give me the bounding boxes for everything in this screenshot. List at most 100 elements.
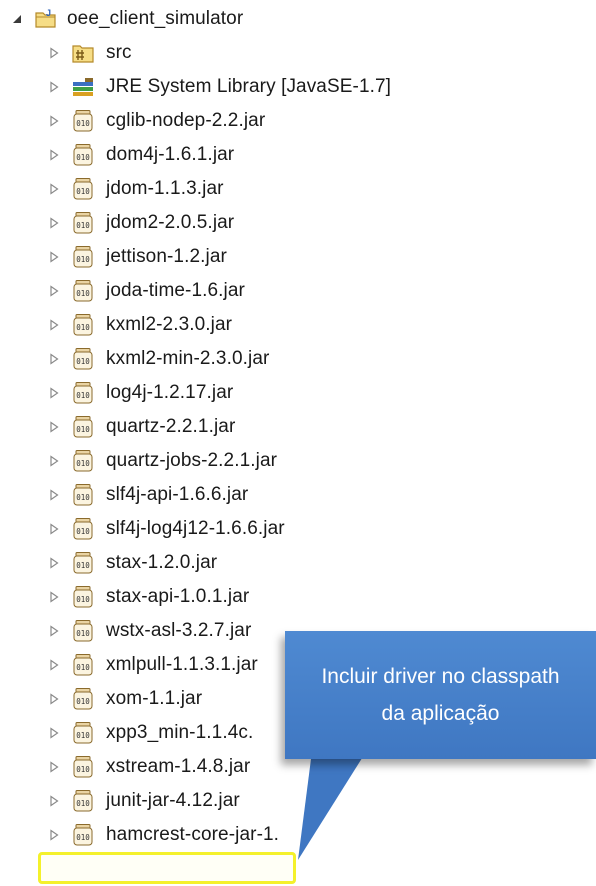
collapsed-triangle-icon[interactable]: [44, 77, 64, 97]
svg-text:010: 010: [76, 357, 90, 366]
tree-item[interactable]: 010 stax-1.2.0.jar: [0, 546, 217, 580]
collapsed-triangle-icon[interactable]: [44, 383, 64, 403]
collapsed-triangle-icon[interactable]: [44, 553, 64, 573]
svg-text:010: 010: [76, 255, 90, 264]
svg-text:010: 010: [76, 459, 90, 468]
collapsed-triangle-icon[interactable]: [44, 247, 64, 267]
collapsed-triangle-icon[interactable]: [44, 179, 64, 199]
tree-item-label: hamcrest-core-jar-1.: [106, 824, 280, 845]
jar-icon: 010: [70, 550, 96, 576]
jar-icon: 010: [70, 278, 96, 304]
svg-text:010: 010: [76, 289, 90, 298]
tree-item[interactable]: 010 dom4j-1.6.1.jar: [0, 138, 234, 172]
svg-text:J: J: [46, 8, 51, 18]
tree-item[interactable]: 010 kxml2-2.3.0.jar: [0, 308, 232, 342]
svg-text:010: 010: [76, 527, 90, 536]
jar-icon: 010: [70, 754, 96, 780]
tree-item-label: stax-1.2.0.jar: [106, 552, 218, 573]
svg-text:010: 010: [76, 629, 90, 638]
tree-item[interactable]: 010 joda-time-1.6.jar: [0, 274, 245, 308]
collapsed-triangle-icon[interactable]: [44, 519, 64, 539]
collapsed-triangle-icon[interactable]: [44, 485, 64, 505]
tree-item[interactable]: 010 jdom2-2.0.5.jar: [0, 206, 234, 240]
tree-item[interactable]: src: [0, 36, 132, 70]
svg-text:010: 010: [76, 833, 90, 842]
tree-item[interactable]: 010 jdom-1.1.3.jar: [0, 172, 224, 206]
tree-item[interactable]: 010 hamcrest-core-jar-1.: [0, 818, 279, 852]
tree-item[interactable]: 010 quartz-2.2.1.jar: [0, 410, 235, 444]
library-icon: [70, 74, 96, 100]
collapsed-triangle-icon[interactable]: [44, 587, 64, 607]
tree-item-label: slf4j-api-1.6.6.jar: [106, 484, 249, 505]
jar-icon: 010: [70, 244, 96, 270]
tree-item[interactable]: 010 stax-api-1.0.1.jar: [0, 580, 249, 614]
collapsed-triangle-icon[interactable]: [44, 349, 64, 369]
tree-item-label: dom4j-1.6.1.jar: [106, 144, 235, 165]
svg-text:010: 010: [76, 493, 90, 502]
collapsed-triangle-icon[interactable]: [44, 757, 64, 777]
jar-icon: 010: [70, 312, 96, 338]
svg-text:010: 010: [76, 119, 90, 128]
tree-item[interactable]: 010 xstream-1.4.8.jar: [0, 750, 250, 784]
tree-item[interactable]: 010 junit-jar-4.12.jar: [0, 784, 240, 818]
collapsed-triangle-icon[interactable]: [44, 43, 64, 63]
project-name: oee_client_simulator: [67, 8, 244, 29]
tree-item[interactable]: 010 kxml2-min-2.3.0.jar: [0, 342, 269, 376]
tree-item-label: junit-jar-4.12.jar: [106, 790, 240, 811]
project-node[interactable]: J oee_client_simulator: [0, 2, 243, 36]
jar-icon: 010: [70, 516, 96, 542]
tree-item-label: JRE System Library: [106, 76, 276, 97]
collapsed-triangle-icon[interactable]: [44, 621, 64, 641]
tree-item-label: joda-time-1.6.jar: [106, 280, 245, 301]
jar-icon: 010: [70, 448, 96, 474]
collapsed-triangle-icon[interactable]: [44, 111, 64, 131]
collapsed-triangle-icon[interactable]: [44, 791, 64, 811]
svg-text:010: 010: [76, 187, 90, 196]
tree-item[interactable]: 010 jettison-1.2.jar: [0, 240, 227, 274]
tree-item[interactable]: 010 xmlpull-1.1.3.1.jar: [0, 648, 258, 682]
collapsed-triangle-icon[interactable]: [44, 145, 64, 165]
tree-item[interactable]: 010 slf4j-api-1.6.6.jar: [0, 478, 248, 512]
tree-item[interactable]: 010 xpp3_min-1.1.4c.: [0, 716, 253, 750]
jar-icon: 010: [70, 176, 96, 202]
expanded-triangle-icon[interactable]: [7, 9, 27, 29]
jar-icon: 010: [70, 618, 96, 644]
collapsed-triangle-icon[interactable]: [44, 281, 64, 301]
collapsed-triangle-icon[interactable]: [44, 689, 64, 709]
tree-item[interactable]: 010 cglib-nodep-2.2.jar: [0, 104, 265, 138]
tree-item[interactable]: 010 wstx-asl-3.2.7.jar: [0, 614, 251, 648]
tree-item[interactable]: 010 log4j-1.2.17.jar: [0, 376, 233, 410]
tree-item-label: jdom-1.1.3.jar: [106, 178, 224, 199]
tree-item-label: jettison-1.2.jar: [106, 246, 227, 267]
svg-text:010: 010: [76, 697, 90, 706]
jar-icon: 010: [70, 822, 96, 848]
tree-item-label: jdom2-2.0.5.jar: [106, 212, 235, 233]
jar-icon: 010: [70, 108, 96, 134]
tree-item[interactable]: 010 slf4j-log4j12-1.6.6.jar: [0, 512, 285, 546]
tree-item-label: xstream-1.4.8.jar: [106, 756, 251, 777]
svg-text:010: 010: [76, 799, 90, 808]
jar-icon: 010: [70, 210, 96, 236]
collapsed-triangle-icon[interactable]: [44, 655, 64, 675]
tree-item-decoration: [JavaSE-1.7]: [275, 76, 392, 97]
tree-item-label: wstx-asl-3.2.7.jar: [106, 620, 252, 641]
java-project-icon: J: [33, 6, 59, 32]
collapsed-triangle-icon[interactable]: [44, 315, 64, 335]
collapsed-triangle-icon[interactable]: [44, 417, 64, 437]
collapsed-triangle-icon[interactable]: [44, 213, 64, 233]
collapsed-triangle-icon[interactable]: [44, 723, 64, 743]
tree-item-label: log4j-1.2.17.jar: [106, 382, 234, 403]
svg-text:010: 010: [76, 663, 90, 672]
tree-item[interactable]: JRE System Library [JavaSE-1.7]: [0, 70, 391, 104]
jar-icon: 010: [70, 414, 96, 440]
collapsed-triangle-icon[interactable]: [44, 825, 64, 845]
highlight-box: [38, 852, 296, 884]
jar-icon: 010: [70, 142, 96, 168]
collapsed-triangle-icon[interactable]: [44, 451, 64, 471]
tree-item[interactable]: 010 quartz-jobs-2.2.1.jar: [0, 444, 277, 478]
svg-text:010: 010: [76, 153, 90, 162]
callout-line-2: da aplicação: [381, 702, 500, 725]
tree-item[interactable]: 010 xom-1.1.jar: [0, 682, 202, 716]
jar-icon: 010: [70, 482, 96, 508]
jar-icon: 010: [70, 686, 96, 712]
